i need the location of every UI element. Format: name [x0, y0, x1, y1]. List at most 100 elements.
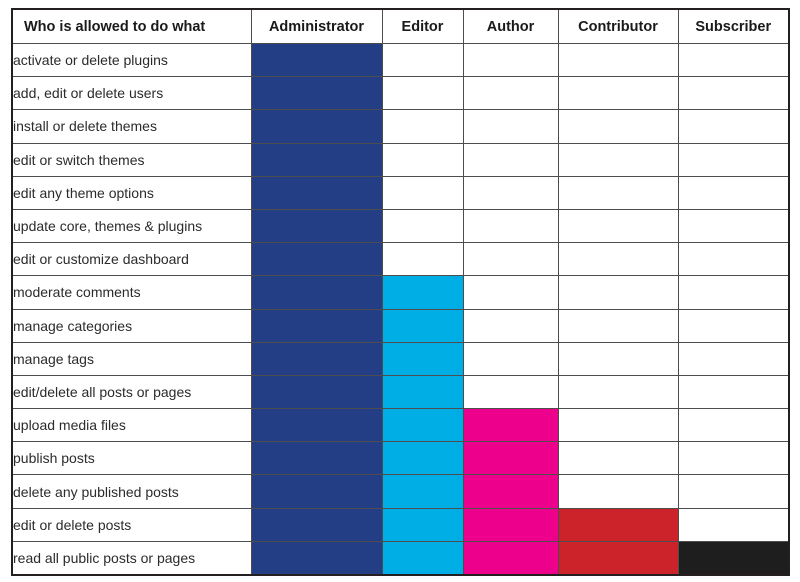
permission-cell-author-denied — [462, 76, 559, 111]
permission-cell-subscriber-denied — [677, 76, 790, 111]
permission-cell-contributor-allowed — [557, 540, 679, 576]
permission-cell-author-allowed — [462, 441, 559, 476]
table-row: edit or customize dashboard — [11, 242, 790, 277]
permission-state — [464, 558, 465, 559]
permission-state — [559, 60, 560, 61]
permission-cell-contributor-denied — [557, 242, 679, 277]
permission-state — [383, 558, 384, 559]
permission-state — [464, 359, 465, 360]
permission-cell-editor-allowed — [381, 540, 464, 576]
permission-state — [383, 226, 384, 227]
permission-cell-subscriber-denied — [677, 507, 790, 542]
permission-cell-administrator-allowed — [250, 408, 383, 443]
permission-cell-editor-allowed — [381, 308, 464, 343]
permission-cell-subscriber-denied — [677, 441, 790, 476]
permission-state — [464, 226, 465, 227]
header-row: Who is allowed to do what Administrator … — [11, 8, 790, 44]
table-row: delete any published posts — [11, 474, 790, 509]
permission-cell-administrator-allowed — [250, 42, 383, 78]
permission-cell-author-allowed — [462, 507, 559, 542]
permission-cell-contributor-denied — [557, 175, 679, 210]
permission-cell-author-denied — [462, 374, 559, 410]
task-label: delete any published posts — [11, 474, 252, 509]
permission-state — [679, 392, 680, 393]
permission-cell-editor-allowed — [381, 374, 464, 410]
permission-cell-author-denied — [462, 208, 559, 244]
table-row: edit or switch themes — [11, 142, 790, 177]
permission-cell-contributor-denied — [557, 42, 679, 78]
permission-cell-subscriber-denied — [677, 208, 790, 244]
permission-state — [252, 458, 253, 459]
table-header: Who is allowed to do what Administrator … — [11, 8, 790, 44]
permission-cell-author-allowed — [462, 540, 559, 576]
task-label: manage categories — [11, 308, 252, 343]
table-row: update core, themes & plugins — [11, 208, 790, 244]
permission-cell-subscriber-denied — [677, 374, 790, 410]
permission-state — [559, 160, 560, 161]
permission-state — [252, 259, 253, 260]
permission-cell-subscriber-allowed — [677, 540, 790, 576]
column-header-administrator: Administrator — [250, 8, 383, 44]
permission-cell-editor-denied — [381, 142, 464, 177]
permission-state — [383, 259, 384, 260]
task-label: read all public posts or pages — [11, 540, 252, 576]
column-header-author: Author — [462, 8, 559, 44]
permission-cell-administrator-allowed — [250, 175, 383, 210]
permission-state — [252, 292, 253, 293]
permission-cell-author-allowed — [462, 408, 559, 443]
task-label: publish posts — [11, 441, 252, 476]
permission-state — [252, 326, 253, 327]
permission-cell-subscriber-denied — [677, 142, 790, 177]
permission-state — [679, 226, 680, 227]
permission-state — [679, 525, 680, 526]
table-row: upload media files — [11, 408, 790, 443]
task-label: edit/delete all posts or pages — [11, 374, 252, 410]
permission-state — [679, 259, 680, 260]
permission-cell-administrator-allowed — [250, 109, 383, 144]
permission-state — [464, 292, 465, 293]
task-label: activate or delete plugins — [11, 42, 252, 78]
permission-cell-administrator-allowed — [250, 275, 383, 310]
permission-cell-editor-denied — [381, 42, 464, 78]
permission-cell-subscriber-denied — [677, 474, 790, 509]
permission-state — [252, 392, 253, 393]
permission-cell-editor-allowed — [381, 441, 464, 476]
permission-cell-editor-denied — [381, 242, 464, 277]
permission-state — [559, 226, 560, 227]
table-row: add, edit or delete users — [11, 76, 790, 111]
permission-state — [383, 93, 384, 94]
permission-cell-contributor-denied — [557, 208, 679, 244]
task-label: edit or switch themes — [11, 142, 252, 177]
permission-cell-subscriber-denied — [677, 275, 790, 310]
permission-cell-contributor-denied — [557, 474, 679, 509]
permission-cell-author-denied — [462, 175, 559, 210]
permission-state — [252, 226, 253, 227]
table-row: edit/delete all posts or pages — [11, 374, 790, 410]
permission-state — [464, 93, 465, 94]
permission-state — [383, 425, 384, 426]
permission-state — [252, 126, 253, 127]
permission-state — [252, 60, 253, 61]
permission-cell-subscriber-denied — [677, 242, 790, 277]
permission-state — [559, 93, 560, 94]
permission-cell-administrator-allowed — [250, 341, 383, 376]
permission-state — [559, 259, 560, 260]
permission-state — [559, 458, 560, 459]
permission-state — [679, 425, 680, 426]
task-label: edit or delete posts — [11, 507, 252, 542]
permission-state — [252, 425, 253, 426]
permission-state — [252, 558, 253, 559]
permission-state — [383, 193, 384, 194]
permission-state — [559, 492, 560, 493]
permission-cell-author-denied — [462, 308, 559, 343]
permission-state — [383, 525, 384, 526]
task-label: edit or customize dashboard — [11, 242, 252, 277]
permission-cell-author-denied — [462, 142, 559, 177]
task-label: upload media files — [11, 408, 252, 443]
permission-cell-editor-allowed — [381, 341, 464, 376]
task-label: moderate comments — [11, 275, 252, 310]
table-row: manage categories — [11, 308, 790, 343]
permission-cell-contributor-denied — [557, 275, 679, 310]
permission-state — [559, 292, 560, 293]
permission-state — [464, 126, 465, 127]
